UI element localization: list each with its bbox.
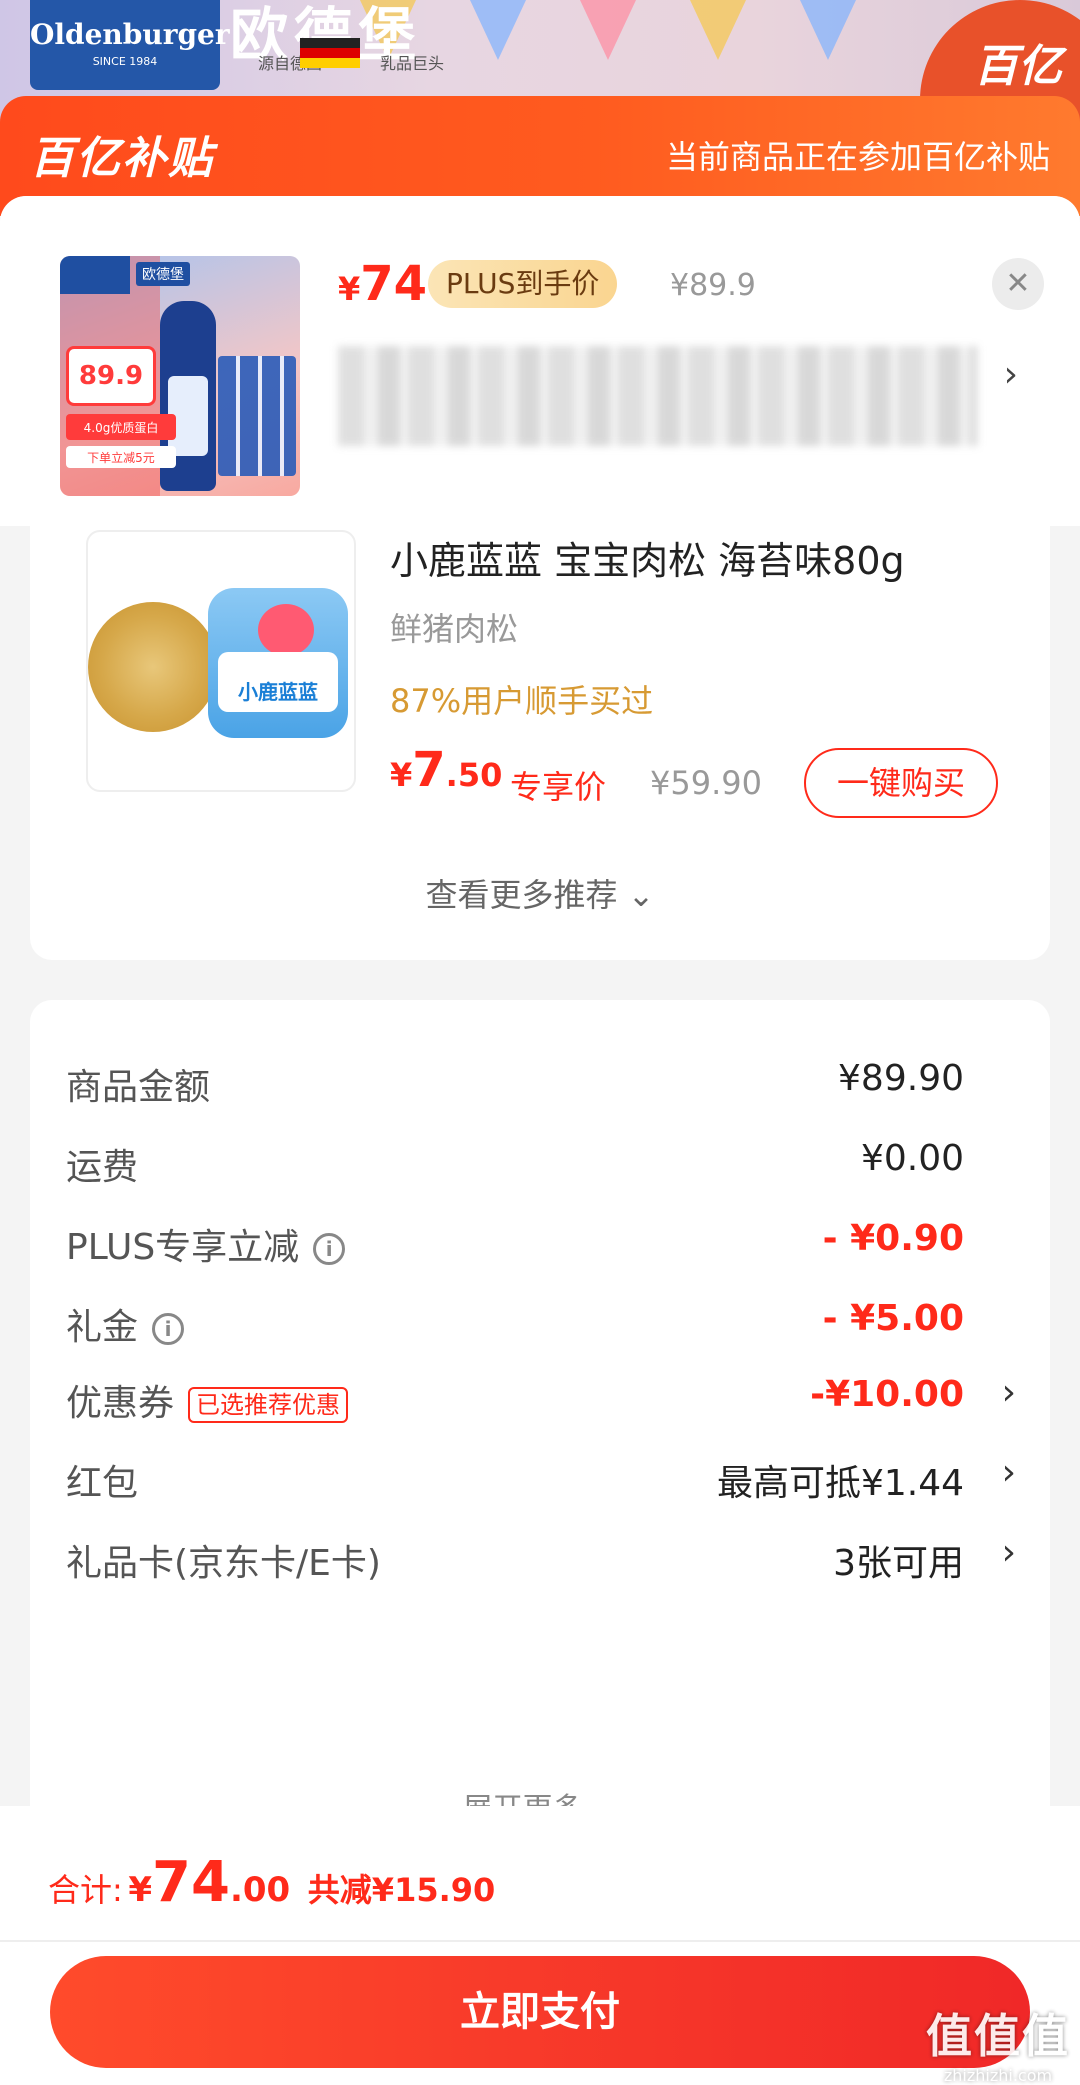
row-red-packet[interactable]: 红包 最高可抵¥1.44 › xyxy=(66,1448,1016,1508)
order-total: 合计: ¥74.00 共减¥15.90 xyxy=(48,1850,495,1915)
brand-tagline-right: 乳品巨头 xyxy=(380,54,445,73)
row-label: 红包 xyxy=(66,1463,139,1504)
exclusive-price-tag: 专享价 xyxy=(510,768,607,806)
row-label-text: 优惠券 xyxy=(66,1383,175,1424)
row-label: 优惠券 已选推荐优惠 xyxy=(66,1374,349,1426)
brand-logo-since: SINCE 1984 xyxy=(92,55,158,68)
row-label-text: PLUS专享立减 xyxy=(66,1227,300,1268)
product-thumbnail[interactable]: 欧德堡 89.9 4.0g优质蛋白 下单立减5元 xyxy=(60,256,300,496)
jar-label: 小鹿蓝蓝 xyxy=(218,652,338,712)
currency-symbol: ¥ xyxy=(390,756,413,794)
pennant-decoration xyxy=(470,0,526,60)
plus-price: ¥74 xyxy=(338,256,427,312)
row-plus-discount: PLUS专享立减 i - ¥0.90 xyxy=(66,1212,1016,1272)
thumb-logo xyxy=(60,256,130,294)
info-icon[interactable]: i xyxy=(152,1313,185,1345)
checkout-sheet: 小鹿蓝蓝 小鹿蓝蓝 宝宝肉松 海苔味80g 鲜猪肉松 87%用户顺手买过 ¥7.… xyxy=(0,196,1080,2085)
recommendation-title[interactable]: 小鹿蓝蓝 宝宝肉松 海苔味80g xyxy=(390,530,905,585)
row-coupon[interactable]: 优惠券 已选推荐优惠 -¥10.00 › xyxy=(66,1368,1016,1428)
thumb-tag: 4.0g优质蛋白 xyxy=(66,414,176,440)
total-saved: 共减¥15.90 xyxy=(307,1871,496,1909)
row-label-text: 礼金 xyxy=(66,1307,139,1348)
price-integer: 7 xyxy=(412,742,446,798)
row-shipping: 运费 ¥0.00 xyxy=(66,1132,1016,1192)
row-label: 礼品卡(京东卡/E卡) xyxy=(66,1543,381,1584)
total-integer: 74 xyxy=(152,1850,230,1915)
row-value: - ¥5.00 xyxy=(822,1298,964,1339)
oldenburger-logo: Oldenburger SINCE 1984 xyxy=(30,0,230,90)
row-goods-amount: 商品金额 ¥89.90 xyxy=(66,1052,1016,1112)
recommendation-thumbnail[interactable]: 小鹿蓝蓝 xyxy=(86,530,356,792)
plus-price-badge: PLUS到手价 xyxy=(428,260,618,308)
total-label: 合计: xyxy=(48,1871,123,1909)
coupon-selected-tag: 已选推荐优惠 xyxy=(188,1387,349,1423)
row-label: PLUS专享立减 i xyxy=(66,1218,346,1270)
pork-floss-image xyxy=(88,602,218,732)
product-header: 欧德堡 89.9 4.0g优质蛋白 下单立减5元 ¥74 PLUS到手价 ¥89… xyxy=(0,196,1080,526)
watermark: 值值值 zhizhizhi.com xyxy=(926,2000,1070,2085)
chevron-right-icon[interactable]: › xyxy=(1002,1452,1016,1493)
recommendation-hint: 87%用户顺手买过 xyxy=(390,682,654,720)
row-value: 3张可用 xyxy=(833,1543,964,1584)
one-click-buy-button[interactable]: 一键购买 xyxy=(804,748,998,818)
divider xyxy=(0,1940,1080,1942)
row-value: -¥10.00 xyxy=(810,1374,964,1415)
price-value: 74 xyxy=(360,256,428,312)
original-price: ¥89.9 xyxy=(670,268,756,303)
pennant-decoration xyxy=(580,0,636,60)
subsidy-logo: 百亿补贴 xyxy=(30,133,214,184)
pennant-decoration xyxy=(690,0,746,60)
product-title-blurred[interactable] xyxy=(338,346,978,446)
row-label: 运费 xyxy=(66,1147,139,1188)
row-gift-money: 礼金 i - ¥5.00 xyxy=(66,1292,1016,1352)
watermark-url: zhizhizhi.com xyxy=(943,2066,1053,2085)
price-decimal: .50 xyxy=(445,756,503,794)
milk-boxes-image xyxy=(218,356,296,476)
watermark-logo: 值值值 xyxy=(926,2009,1070,2063)
chevron-right-icon[interactable]: › xyxy=(1002,1532,1016,1573)
thumb-brand: 欧德堡 xyxy=(136,262,190,286)
row-label: 商品金额 xyxy=(66,1067,211,1108)
close-icon[interactable]: ✕ xyxy=(992,258,1044,310)
corner-badge-text: 百亿 xyxy=(974,41,1062,92)
row-value: ¥89.90 xyxy=(838,1058,964,1099)
checkout-bottom-bar: 合计: ¥74.00 共减¥15.90 立即支付 xyxy=(0,1806,1080,2085)
see-more-recommendations[interactable]: 查看更多推荐 ⌄ xyxy=(30,870,1050,916)
brand-logo-text: Oldenburger xyxy=(30,18,230,51)
chevron-right-icon[interactable]: › xyxy=(1004,354,1018,395)
thumb-tag-2: 下单立减5元 xyxy=(66,446,176,468)
row-value: 最高可抵¥1.44 xyxy=(716,1463,964,1504)
recommendation-card: 小鹿蓝蓝 小鹿蓝蓝 宝宝肉松 海苔味80g 鲜猪肉松 87%用户顺手买过 ¥7.… xyxy=(30,500,1050,960)
info-icon[interactable]: i xyxy=(313,1233,346,1265)
thumb-price-badge: 89.9 xyxy=(66,346,156,406)
currency-symbol: ¥ xyxy=(338,270,361,308)
row-value: - ¥0.90 xyxy=(822,1218,964,1259)
recommendation-original-price: ¥59.90 xyxy=(650,764,762,802)
row-label: 礼金 i xyxy=(66,1298,185,1350)
recommendation-price: ¥7.50 xyxy=(390,742,502,798)
total-decimal: .00 xyxy=(229,1870,291,1910)
pay-now-button[interactable]: 立即支付 xyxy=(50,1956,1030,2068)
subsidy-message: 当前商品正在参加百亿补贴 xyxy=(665,138,1050,176)
pennant-decoration xyxy=(800,0,856,60)
recommendation-subtitle: 鲜猪肉松 xyxy=(390,610,519,648)
chevron-right-icon[interactable]: › xyxy=(1002,1372,1016,1413)
mascot-image xyxy=(258,604,314,656)
row-value: ¥0.00 xyxy=(860,1138,964,1179)
currency-symbol: ¥ xyxy=(128,1870,153,1910)
row-gift-card[interactable]: 礼品卡(京东卡/E卡) 3张可用 › xyxy=(66,1528,1016,1588)
germany-flag-icon xyxy=(300,38,360,68)
order-summary-card: 商品金额 ¥89.90 运费 ¥0.00 PLUS专享立减 i - ¥0.90 礼… xyxy=(30,1000,1050,1920)
